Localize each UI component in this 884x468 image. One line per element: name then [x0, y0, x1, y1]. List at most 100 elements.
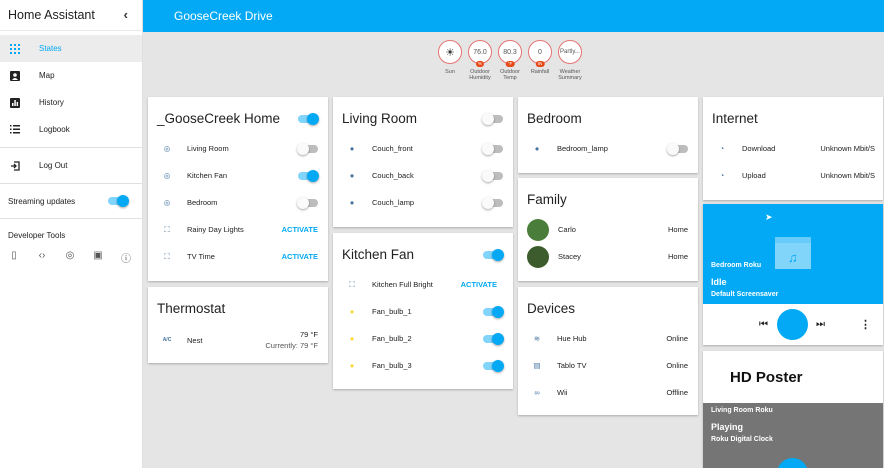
list-item[interactable]: ◔ Upload Unknown Mbit/S — [703, 162, 883, 189]
thermostat-icon: A/C — [162, 337, 172, 343]
streaming-updates-row: Streaming updates — [0, 188, 142, 214]
group-toggle[interactable] — [483, 249, 504, 261]
scene-icon: ⛶ — [164, 224, 170, 234]
info-icon[interactable]: ⓘ — [120, 250, 132, 265]
toggle[interactable] — [482, 170, 503, 182]
toggle[interactable] — [482, 197, 503, 209]
toggle[interactable] — [483, 333, 504, 345]
remote-icon[interactable]: ▯ — [8, 250, 20, 265]
play-pause-button[interactable] — [777, 309, 808, 340]
more-vert-icon[interactable]: ⋮ — [860, 318, 871, 331]
toggle[interactable] — [298, 170, 319, 182]
play-pause-button[interactable] — [777, 458, 808, 468]
list-item[interactable]: ◎ Living Room — [148, 135, 328, 162]
media-player-living-room-roku: HD Poster Living Room Roku Playing Roku … — [703, 351, 883, 468]
divider — [0, 183, 142, 184]
mouse-cursor-icon: ➤ — [765, 212, 773, 222]
card-internet: Internet ◔ Download Unknown Mbit/S ◔ Upload… — [703, 97, 883, 200]
lightbulb-icon: ● — [349, 198, 355, 207]
list-item[interactable]: ● Couch_lamp — [333, 189, 513, 216]
list-item[interactable]: ▤ Tablo TV Online — [518, 352, 698, 379]
list-item[interactable]: Stacey Home — [518, 243, 698, 270]
toggle[interactable] — [483, 360, 504, 372]
activate-button[interactable]: ACTIVATE — [282, 225, 318, 234]
badge-label: Sun — [445, 69, 455, 75]
list-icon — [9, 124, 21, 136]
badge-value: 0 — [538, 48, 542, 56]
badge-label: Outdoor Humidity — [469, 69, 491, 81]
nav-history[interactable]: History — [0, 89, 142, 116]
media-name: Bedroom Roku — [711, 262, 762, 269]
badge-label: Weather Summary — [558, 69, 582, 81]
badge-label: Outdoor Temp — [500, 69, 520, 81]
list-item[interactable]: ◔ Download Unknown Mbit/S — [703, 135, 883, 162]
state-badges: ☀ Sun 76.0% Outdoor Humidity 80.3 °F Outd… — [438, 40, 582, 81]
badge-weather-summary[interactable]: Partly... Weather Summary — [558, 40, 582, 81]
previous-track-icon[interactable]: ⏮ — [759, 319, 768, 330]
card-title: _GooseCreek Home — [148, 97, 328, 135]
badge-sun[interactable]: ☀ Sun — [438, 40, 462, 81]
card-family: Family Carlo Home Stacey Home — [518, 178, 698, 281]
streaming-label: Streaming updates — [8, 196, 76, 206]
toggle[interactable] — [297, 143, 318, 155]
nav-states[interactable]: States — [0, 35, 142, 62]
movie-icon: ♫ — [775, 237, 811, 269]
card-title: Thermostat — [157, 301, 226, 316]
sun-icon: ☀ — [438, 40, 462, 64]
file-upload-icon[interactable]: ▣ — [92, 250, 104, 265]
list-item[interactable]: ● Couch_front — [333, 135, 513, 162]
list-item[interactable]: A/C Nest 79 °F Currently: 79 °F — [148, 325, 328, 355]
toggle[interactable] — [297, 197, 318, 209]
divider — [0, 218, 142, 219]
toggle[interactable] — [667, 143, 688, 155]
nav-logbook[interactable]: Logbook — [0, 116, 142, 143]
badge-label: Rainfall — [530, 69, 550, 75]
code-icon[interactable]: ‹› — [36, 250, 48, 265]
list-item[interactable]: ● Fan_bulb_3 — [333, 352, 513, 379]
group-toggle[interactable] — [298, 113, 319, 125]
apps-grid-icon — [9, 43, 21, 55]
card-living-room: Living Room ● Couch_front ● Couch_back ● Co… — [333, 97, 513, 227]
list-item[interactable]: ● Fan_bulb_2 — [333, 325, 513, 352]
lightbulb-icon: ● — [349, 144, 355, 153]
toggle[interactable] — [483, 306, 504, 318]
nav-map[interactable]: Map — [0, 62, 142, 89]
list-item[interactable]: ⛶ Kitchen Full Bright ACTIVATE — [333, 271, 513, 298]
toggle[interactable] — [482, 143, 503, 155]
list-item[interactable]: Carlo Home — [518, 216, 698, 243]
bar-chart-icon — [9, 97, 21, 109]
nav-logout[interactable]: Log Out — [0, 152, 142, 179]
google-home-icon: ◎ — [163, 144, 171, 153]
list-item[interactable]: ⛶ TV Time ACTIVATE — [148, 243, 328, 270]
badge-outdoor-temp[interactable]: 80.3 °F Outdoor Temp — [498, 40, 522, 81]
list-item[interactable]: ∞ Wii Offline — [518, 379, 698, 406]
divider — [0, 147, 142, 148]
list-item[interactable]: ⛶ Rainy Day Lights ACTIVATE — [148, 216, 328, 243]
account-box-icon — [9, 70, 21, 82]
card-title: Family — [527, 192, 567, 207]
card-goosecreek-home: _GooseCreek Home ◎ Living Room ◎ Kitchen F… — [148, 97, 328, 281]
device-state: Online — [666, 361, 688, 370]
google-home-icon: ◎ — [163, 198, 171, 207]
badge-outdoor-humidity[interactable]: 76.0% Outdoor Humidity — [468, 40, 492, 81]
list-item[interactable]: ● Fan_bulb_1 — [333, 298, 513, 325]
next-track-icon[interactable]: ⏭ — [816, 319, 825, 330]
media-state: Playing — [711, 422, 744, 432]
list-item[interactable]: ◎ Bedroom — [148, 189, 328, 216]
badge-rainfall[interactable]: 0 IN Rainfall — [528, 40, 552, 81]
streaming-toggle[interactable] — [108, 195, 129, 207]
lightbulb-icon: ● — [534, 144, 540, 153]
media-state: Idle — [711, 277, 727, 287]
list-item[interactable]: ≋ Hue Hub Online — [518, 325, 698, 352]
group-toggle[interactable] — [482, 113, 503, 125]
list-item[interactable]: ● Couch_back — [333, 162, 513, 189]
card-title: Devices — [527, 301, 576, 316]
avatar — [527, 218, 549, 241]
badge-value: 76.0 — [473, 48, 487, 56]
activate-button[interactable]: ACTIVATE — [461, 280, 497, 289]
list-item[interactable]: ● Bedroom_lamp — [518, 135, 698, 162]
fingerprint-icon[interactable]: ◎ — [64, 250, 76, 265]
activate-button[interactable]: ACTIVATE — [282, 252, 318, 261]
list-item[interactable]: ◎ Kitchen Fan — [148, 162, 328, 189]
collapse-sidebar-icon[interactable]: ‹ — [124, 7, 128, 22]
